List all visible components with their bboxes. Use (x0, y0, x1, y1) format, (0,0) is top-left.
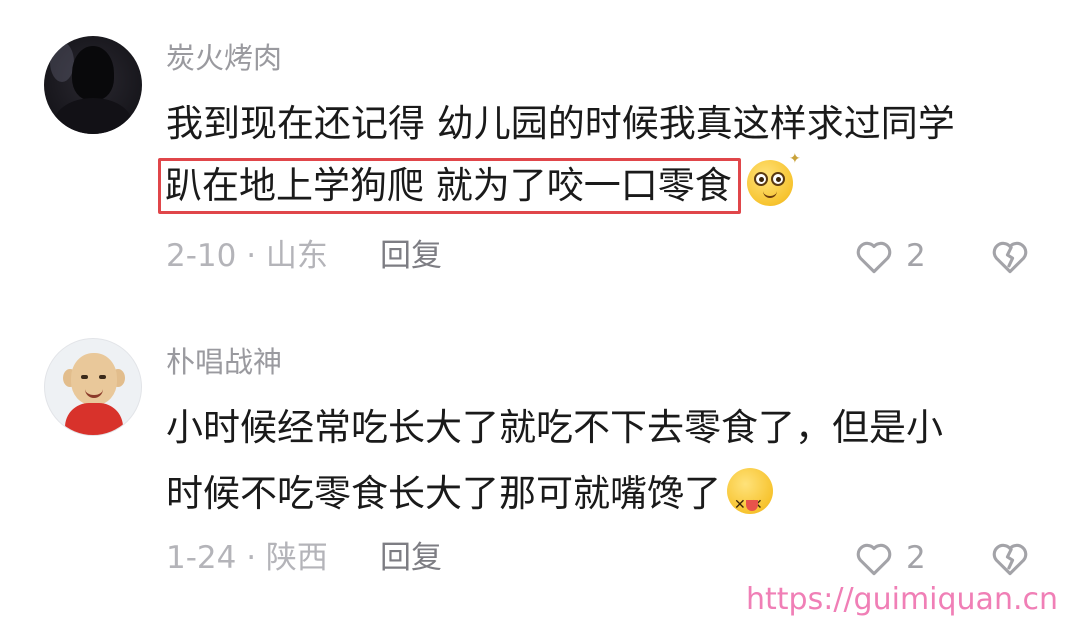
comment-item: 炭火烤肉 我到现在还记得 幼儿园的时候我真这样求过同学 趴在地上学狗爬 就为了咬… (0, 0, 1080, 300)
heart-outline-icon (856, 241, 892, 274)
comment-text-line: 我到现在还记得 幼儿园的时候我真这样求过同学 (166, 102, 955, 145)
silly-tongue-emoji-icon (727, 468, 773, 533)
avatar[interactable] (44, 36, 142, 134)
comment-date-location: 2-10 · 山东 (166, 238, 328, 274)
heart-outline-icon (856, 543, 892, 576)
comment-text-line: 时候不吃零食长大了那可就嘴馋了 (166, 466, 773, 533)
avatar[interactable] (44, 338, 142, 436)
like-button[interactable]: 2 (852, 234, 942, 280)
site-watermark: https://guimiquan.cn (746, 582, 1058, 617)
comment-text-line: 趴在地上学狗爬 就为了咬一口零食 ✦ (158, 152, 801, 214)
highlighted-text: 趴在地上学狗爬 就为了咬一口零食 (158, 158, 741, 214)
dizzy-eyes-emoji-icon: ✦ (746, 152, 801, 206)
reply-button[interactable]: 回复 (380, 236, 442, 276)
comment-item: 朴唱战神 小时候经常吃长大了就吃不下去零食了，但是小 时候不吃零食长大了那可就嘴… (0, 300, 1080, 620)
like-count: 2 (906, 540, 926, 576)
broken-heart-icon (992, 241, 1028, 274)
reply-button[interactable]: 回复 (380, 538, 442, 578)
broken-heart-icon (992, 543, 1028, 576)
comment-date-location: 1-24 · 陕西 (166, 540, 328, 576)
username[interactable]: 朴唱战神 (166, 342, 282, 382)
comment-list: 炭火烤肉 我到现在还记得 幼儿园的时候我真这样求过同学 趴在地上学狗爬 就为了咬… (0, 0, 1080, 620)
username[interactable]: 炭火烤肉 (166, 38, 282, 78)
dislike-button[interactable] (988, 234, 1034, 280)
comment-text-line: 小时候经常吃长大了就吃不下去零食了，但是小 (166, 406, 943, 449)
like-button[interactable]: 2 (852, 536, 942, 582)
like-count: 2 (906, 238, 926, 274)
comment-text: 时候不吃零食长大了那可就嘴馋了 (166, 472, 721, 515)
dislike-button[interactable] (988, 536, 1034, 582)
